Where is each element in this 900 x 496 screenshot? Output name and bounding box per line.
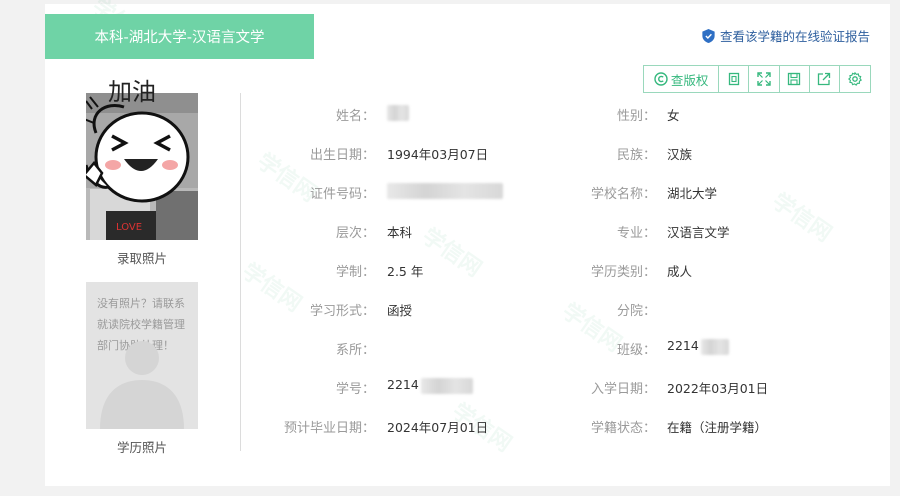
- toolbar: 查版权: [643, 65, 871, 93]
- record-title-banner: 本科-湖北大学-汉语言文学: [45, 14, 314, 59]
- major-value: 汉语言文学: [667, 225, 730, 240]
- field-label: 专业：: [616, 226, 656, 241]
- name-value: [387, 104, 409, 121]
- redacted-id-number: [387, 182, 503, 199]
- field-label: 入学日期：: [590, 382, 656, 397]
- avatar-silhouette-icon: [100, 341, 184, 429]
- admission-photo-caption: 录取照片: [116, 251, 167, 266]
- field-label: 民族：: [616, 148, 656, 163]
- ethnicity-value: 汉族: [667, 147, 693, 162]
- field-label: 性别：: [616, 109, 656, 124]
- field-label: 学制：: [335, 265, 375, 280]
- field-label: 学籍状态：: [590, 421, 656, 436]
- field-label: 学习形式：: [309, 304, 375, 319]
- shield-icon: [702, 28, 715, 43]
- field-label: 学历类别：: [590, 265, 656, 280]
- share-icon: [818, 72, 831, 86]
- online-verify-report-link[interactable]: 查看该学籍的在线验证报告: [702, 26, 870, 45]
- field-label: 预计毕业日期：: [283, 421, 375, 436]
- svg-text:LOVE: LOVE: [116, 222, 142, 233]
- settings-icon: [847, 72, 862, 86]
- section-divider: [240, 93, 241, 451]
- fullscreen-icon: [757, 72, 771, 86]
- level-value: 本科: [387, 225, 413, 240]
- gender-value: 女: [667, 108, 680, 123]
- fullscreen-button[interactable]: [749, 66, 780, 92]
- copy-icon: [728, 72, 740, 86]
- program-length-value: 2.5 年: [387, 264, 424, 279]
- school-name-value: 湖北大学: [667, 186, 718, 201]
- student-id-value: 2214: [387, 377, 473, 394]
- expected-graduation-value: 2024年07月01日: [387, 420, 489, 435]
- copyright-icon: [654, 72, 668, 86]
- birth-date-value: 1994年03月07日: [387, 147, 489, 162]
- record-title: 本科-湖北大学-汉语言文学: [94, 30, 265, 46]
- diploma-photo-placeholder: 没有照片？请联系 就读院校学籍管理 部门协助处理！: [86, 282, 198, 429]
- class-value: 2214: [667, 338, 729, 355]
- field-label: 系所：: [335, 343, 375, 358]
- study-mode-value: 函授: [387, 303, 413, 318]
- id-number-value: [387, 182, 503, 199]
- sticker-text: 加油: [108, 78, 156, 106]
- enrollment-status-value: 在籍（注册学籍）: [667, 420, 768, 435]
- check-copyright-button[interactable]: 查版权: [644, 66, 720, 92]
- education-type-value: 成人: [667, 264, 693, 279]
- field-label: 姓名：: [335, 109, 375, 124]
- diploma-photo-caption: 学历照片: [116, 440, 167, 455]
- redacted-student-id: [420, 377, 473, 394]
- settings-button[interactable]: [840, 66, 870, 92]
- field-label: 分院：: [616, 304, 656, 319]
- enrollment-date-value: 2022年03月01日: [667, 381, 769, 396]
- save-button[interactable]: [780, 66, 810, 92]
- verify-link-label: 查看该学籍的在线验证报告: [719, 29, 870, 44]
- share-button[interactable]: [810, 66, 840, 92]
- admission-photo: LOVE: [86, 93, 198, 240]
- redacted-name: [387, 104, 409, 121]
- field-label: 学号：: [335, 382, 375, 397]
- field-label: 证件号码：: [309, 187, 375, 202]
- field-label: 层次：: [335, 226, 375, 241]
- check-copyright-label: 查版权: [670, 72, 709, 88]
- field-label: 班级：: [616, 343, 656, 358]
- field-label: 出生日期：: [309, 148, 375, 163]
- field-label: 学校名称：: [590, 187, 656, 202]
- sticker-image: LOVE: [86, 93, 198, 240]
- copy-button[interactable]: [719, 66, 750, 92]
- save-icon: [788, 72, 801, 86]
- redacted-class: [700, 338, 729, 355]
